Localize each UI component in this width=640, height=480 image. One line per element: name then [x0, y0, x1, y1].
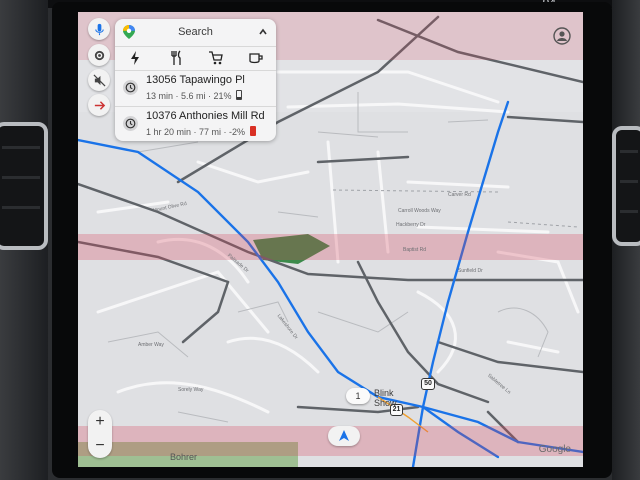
- chevron-up-icon[interactable]: [258, 27, 268, 37]
- zoom-in-button[interactable]: +: [88, 410, 112, 434]
- destination-address: 10376 Anthonies Mill Rd: [146, 110, 265, 122]
- trip-summary: 1 hr 20 min · 77 mi · -2%: [146, 126, 256, 137]
- voice-button[interactable]: [88, 18, 110, 40]
- mute-button[interactable]: [88, 69, 110, 91]
- report-button[interactable]: [88, 94, 110, 116]
- fork-knife-icon[interactable]: [168, 50, 184, 66]
- recenter-button[interactable]: [328, 426, 360, 446]
- cart-icon[interactable]: [208, 50, 224, 66]
- trip-distance: 5.6 mi: [181, 91, 206, 101]
- lightning-icon[interactable]: [127, 50, 143, 66]
- recent-destination[interactable]: 10376 Anthonies Mill Rd 1 hr 20 min · 77…: [115, 107, 276, 141]
- trip-duration: 13 min: [146, 91, 174, 101]
- battery-low-icon: [249, 126, 256, 136]
- air-vent-left: [0, 122, 48, 250]
- street-label: Sunfield Dr: [458, 268, 483, 274]
- microphone-icon: [94, 23, 104, 35]
- search-bar[interactable]: Search: [115, 19, 276, 45]
- navigation-screen: Mount Olive Rd Carroll Woods Way Carver …: [78, 12, 583, 467]
- street-label: Carroll Woods Way: [398, 208, 441, 214]
- area-label: Bohrer: [170, 452, 198, 462]
- highway-shield: 50: [421, 378, 435, 390]
- street-label: Sorely Way: [178, 387, 204, 393]
- search-label: Search: [178, 26, 213, 38]
- google-attribution: Google: [538, 444, 571, 455]
- recent-destination[interactable]: 13056 Tapawingo Pl 13 min · 5.6 mi · 21%: [115, 71, 276, 105]
- navigation-arrow-icon: [339, 430, 349, 441]
- arrow-icon: [94, 100, 105, 110]
- settings-button[interactable]: [88, 44, 110, 66]
- poi-marker[interactable]: 1: [346, 388, 370, 404]
- history-icon: [123, 80, 138, 95]
- place-label: Blink Show: [374, 388, 397, 408]
- zoom-out-button[interactable]: −: [88, 434, 112, 458]
- street-label: Hackberry Dr: [396, 222, 426, 228]
- street-label: Carver Rd: [448, 192, 471, 198]
- arrival-battery: -2%: [229, 127, 246, 137]
- trip-summary: 13 min · 5.6 mi · 21%: [146, 90, 243, 101]
- search-panel: Search 13056 Tapawingo Pl 13 min · 5.6 m…: [115, 19, 276, 141]
- arrival-battery: 21%: [213, 91, 232, 101]
- trip-duration: 1 hr 20 min: [146, 127, 192, 137]
- street-label: Baptist Rd: [403, 247, 427, 253]
- coffee-cup-icon[interactable]: [248, 50, 264, 66]
- category-row: [115, 47, 276, 69]
- street-label: Amber Way: [138, 342, 164, 348]
- zoom-control: + −: [88, 410, 112, 458]
- sound-off-icon: [93, 74, 105, 86]
- trip-distance: 77 mi: [199, 127, 222, 137]
- battery-icon: [236, 90, 243, 100]
- account-icon[interactable]: [553, 27, 571, 45]
- history-icon: [123, 116, 138, 131]
- air-vent-right: [612, 126, 640, 246]
- poi-badge: 1: [355, 391, 361, 401]
- gear-icon: [94, 50, 104, 60]
- destination-address: 13056 Tapawingo Pl: [146, 74, 245, 86]
